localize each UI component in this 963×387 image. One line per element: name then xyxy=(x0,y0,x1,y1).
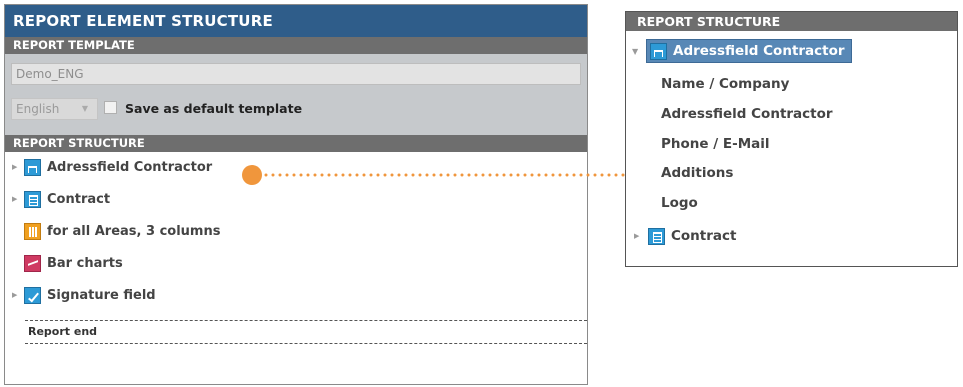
tree-item-contract[interactable]: ▶ Contract xyxy=(634,224,736,248)
tree-item-adressfield-contractor-expanded[interactable]: ▼ Adressfield Contractor xyxy=(632,39,852,63)
address-block-icon xyxy=(650,42,667,60)
contract-doc-icon xyxy=(648,227,665,245)
tree-child-additions[interactable]: Additions xyxy=(661,161,733,185)
connector-start-dot xyxy=(242,165,262,185)
expand-arrow-icon[interactable]: ▶ xyxy=(634,232,646,240)
collapse-arrow-icon[interactable]: ▼ xyxy=(632,47,646,56)
report-structure-header: REPORT STRUCTURE xyxy=(626,12,957,31)
selected-tree-item[interactable]: Adressfield Contractor xyxy=(646,39,852,63)
tree-item-label: Contract xyxy=(671,228,737,244)
tree-item-label: Adressfield Contractor xyxy=(673,43,845,59)
tree-child-phone-email[interactable]: Phone / E-Mail xyxy=(661,132,770,156)
report-structure-panel: REPORT STRUCTURE ▼ Adressfield Contracto… xyxy=(625,11,958,267)
tree-child-name-company[interactable]: Name / Company xyxy=(661,72,789,96)
tree-child-adressfield-contractor[interactable]: Adressfield Contractor xyxy=(661,102,833,126)
tree-child-logo[interactable]: Logo xyxy=(661,191,698,215)
